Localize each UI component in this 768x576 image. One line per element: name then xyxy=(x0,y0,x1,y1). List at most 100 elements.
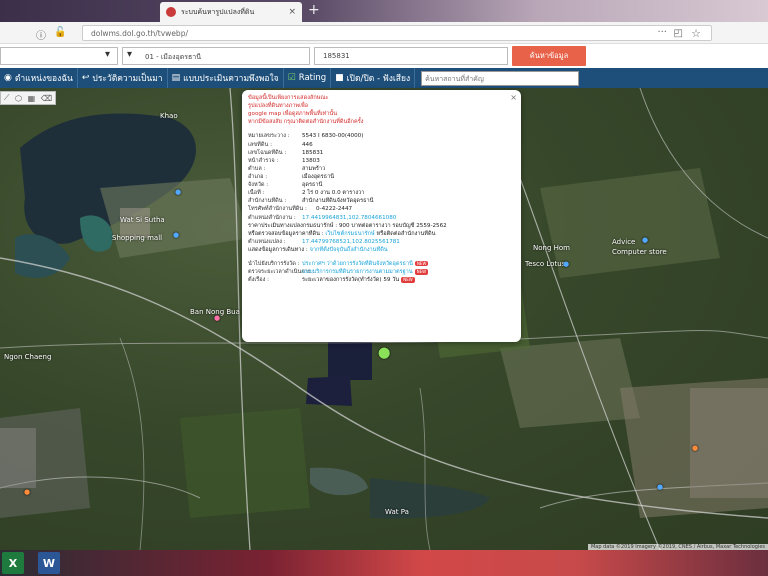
menu-label: แบบประเมินความพึงพอใจ xyxy=(183,74,279,84)
map-label: Advice xyxy=(612,238,636,246)
poi-marker-icon[interactable]: ● xyxy=(692,444,698,452)
disclaimer-line: รูปแปลงที่ดินทางภาพเพื่อ xyxy=(248,103,309,110)
tab-close-icon[interactable]: × xyxy=(288,7,296,17)
parcel-marker-icon[interactable]: ⬤ xyxy=(378,346,390,359)
poi-marker-icon[interactable]: ● xyxy=(173,231,179,239)
menu-rating[interactable]: ☑ Rating xyxy=(284,68,332,88)
office-coords-row: ตำแหน่งสำนักงาน : 17.4419964831,102.78046… xyxy=(248,214,515,222)
word-icon[interactable]: W xyxy=(38,552,60,574)
field-value: 446 xyxy=(302,141,313,148)
polygon-tool-icon[interactable]: ⬡ xyxy=(15,94,22,103)
province-select[interactable]: ▾ xyxy=(0,47,118,65)
line-tool-icon[interactable]: ⟋ xyxy=(4,93,10,103)
menu-label: ประวัติความเป็นมา xyxy=(92,74,163,84)
field-label: หมายเลขระวาง : xyxy=(248,133,290,140)
new-badge: NEW xyxy=(401,276,415,283)
search-button[interactable]: ค้นหาข้อมูล xyxy=(512,46,586,66)
chevron-down-icon[interactable]: ▾ xyxy=(127,49,132,60)
field-value: เมืองอุดรธานี xyxy=(302,173,335,180)
field-row: ตำบล : สามพร้าว xyxy=(248,165,515,173)
place-search-placeholder: ค้นหาสถานที่สำคัญ xyxy=(425,74,484,83)
deed-number-value: 185831 xyxy=(323,52,350,60)
map-label: Shopping mall xyxy=(112,234,163,242)
new-badge: NEW xyxy=(414,260,429,267)
navigation-link[interactable]: จากที่ตั้งปัจจุบันถึงสำนักงานที่ดิน xyxy=(310,247,388,253)
poi-marker-icon[interactable]: ● xyxy=(24,488,30,496)
clear-tool-icon[interactable]: ⌫ xyxy=(41,94,52,103)
address-bar[interactable]: dolwms.dol.go.th/tvwebp/ ··· ◰ ☆ xyxy=(82,25,712,41)
poi-marker-icon[interactable]: ● xyxy=(175,188,181,196)
menu-history[interactable]: ↩ ประวัติความเป็นมา xyxy=(78,68,168,88)
field-value: ระยะเวลาของการรังวัด(ทำรังวัด) 59 วัน xyxy=(302,277,400,284)
square-icon: ■ xyxy=(335,73,344,83)
main-menu: ◉ ตำแหน่งของฉัน ↩ ประวัติความเป็นมา ▤ แบ… xyxy=(0,68,768,88)
disclaimer-line: google map เพื่อดูสภาพพื้นที่เท่านั้น xyxy=(248,111,338,118)
place-search-input[interactable]: ค้นหาสถานที่สำคัญ xyxy=(421,70,580,86)
price-row: ราคาประเมินทางแปลงกรมธนารักษ์ : 900 บาทต… xyxy=(248,222,515,230)
menu-my-location[interactable]: ◉ ตำแหน่งของฉัน xyxy=(0,68,78,88)
field-label: เนื้อที่ : xyxy=(248,190,265,197)
field-label: ราคาประเมินทางแปลงกรมธนารักษ์ : xyxy=(248,222,338,229)
field-value: 185831 xyxy=(302,149,324,156)
field-label: ตำแหน่งสำนักงาน : xyxy=(248,214,296,221)
field-label: เลขโฉนดที่ดิน : xyxy=(248,149,287,156)
parcel-coords-link[interactable]: 17.44799768521,102.8025561781 xyxy=(302,239,400,245)
service-row: ตั้งเรื่อง : ระยะเวลาของการรังวัด(ทำรังวั… xyxy=(248,276,515,284)
service-link[interactable]: แบบบริการกรมที่ดินรายการงานตามมาตรฐาน xyxy=(302,269,413,275)
poi-marker-icon[interactable]: ● xyxy=(563,260,569,268)
padlock-icon[interactable]: 🔓 xyxy=(54,27,66,38)
field-value: อุดรธานี xyxy=(302,182,323,189)
menu-label: ตำแหน่งของฉัน xyxy=(14,74,73,84)
field-value: 5543 I 6830-00(4000) xyxy=(302,133,364,140)
poi-marker-icon[interactable]: ● xyxy=(642,236,648,244)
map-draw-toolbar[interactable]: ⟋ ⬡ ▦ ⌫ xyxy=(0,91,56,105)
layer-tool-icon[interactable]: ▦ xyxy=(28,94,36,103)
os-taskbar: X W xyxy=(0,550,768,576)
page-actions-icon[interactable]: ··· xyxy=(657,27,667,38)
district-select[interactable]: ▾ 01 - เมืองอุดรธานี xyxy=(122,47,310,65)
field-row: จังหวัด : อุดรธานี xyxy=(248,181,515,189)
browser-tabstrip: ระบบค้นหารูปแปลงที่ดิน × + xyxy=(0,0,768,22)
service-row: ตรวจระยะเวลาดำเนินการ :แบบบริการกรมที่ดิ… xyxy=(248,268,515,276)
disclaimer: ข้อมูลนี้เป็นเพียงการแสดงลักษณะ รูปแปลงท… xyxy=(248,94,515,126)
field-row: เลขที่ดิน : 446 xyxy=(248,141,515,149)
parcel-position-row: ตำแหน่งแปลง : 17.44799768521,102.80255617… xyxy=(248,238,515,246)
menu-satisfaction-survey[interactable]: ▤ แบบประเมินความพึงพอใจ xyxy=(168,68,284,88)
field-label: ตำแหน่งแปลง : xyxy=(248,238,286,245)
navigation-row: แสดงข้อมูลการเดินทาง : จากที่ตั้งปัจจุบั… xyxy=(248,246,515,254)
field-value: สำนักงานที่ดินจังหวัดอุดรธานี xyxy=(302,198,374,205)
office-coords-link[interactable]: 17.4419964831,102.7804661080 xyxy=(302,215,396,221)
info-icon[interactable]: ⓘ xyxy=(36,27,46,42)
poi-marker-icon[interactable]: ● xyxy=(214,314,220,322)
field-label: อำเภอ : xyxy=(248,173,268,180)
excel-icon[interactable]: X xyxy=(2,552,24,574)
field-label: สำนักงานที่ดิน : xyxy=(248,198,287,205)
pocket-icon[interactable]: ◰ xyxy=(674,28,683,39)
service-link[interactable]: ประกาศฯ ว่าด้วยการรังวัดที่ดินจังหวัดอุด… xyxy=(302,261,413,267)
menu-toggle-sound[interactable]: ■ เปิด/ปิด - ฟังเสียง xyxy=(331,68,416,88)
field-label: หน้าสำรวจ : xyxy=(248,157,279,164)
field-label: หรือตรวจสอบข้อมูลราคาที่ดิน : xyxy=(248,230,324,237)
field-row: อำเภอ : เมืองอุดรธานี xyxy=(248,173,515,181)
field-value: สามพร้าว xyxy=(302,165,326,172)
url-text[interactable]: dolwms.dol.go.th/tvwebp/ xyxy=(91,29,188,38)
close-icon[interactable]: × xyxy=(510,92,517,104)
chevron-down-icon[interactable]: ▾ xyxy=(105,49,110,60)
bookmark-star-icon[interactable]: ☆ xyxy=(691,27,701,40)
field-value: 900 บาทต่อตารางวา รอบบัญชี 2559-2562 xyxy=(338,222,447,229)
deed-number-input[interactable]: 185831 xyxy=(314,47,508,65)
browser-tab[interactable]: ระบบค้นหารูปแปลงที่ดิน × xyxy=(160,2,302,22)
field-label: นำไปยังบริการรังวัด : xyxy=(248,261,300,268)
field-label: โทรศัพท์สำนักงานที่ดิน : xyxy=(248,206,307,213)
disclaimer-line: หากมีข้อสงสัย กรุณาติดต่อสำนักงานที่ดินอ… xyxy=(248,119,364,126)
site-favicon-icon xyxy=(166,7,176,17)
parcel-search-form: ▾ ▾ 01 - เมืองอุดรธานี 185831 ค้นหาข้อมู… xyxy=(0,44,768,68)
field-value: หรือติดต่อสำนักงานที่ดิน xyxy=(376,230,436,237)
new-tab-button[interactable]: + xyxy=(308,2,320,18)
field-row: สำนักงานที่ดิน : สำนักงานที่ดินจังหวัดอุด… xyxy=(248,197,515,205)
treasury-link[interactable]: เว็บไซต์กรมธนารักษ์ xyxy=(325,231,374,237)
tab-title: ระบบค้นหารูปแปลงที่ดิน xyxy=(181,7,255,16)
map-label: Ngon Chaeng xyxy=(4,353,52,361)
browser-navbar: ⓘ 🔓 dolwms.dol.go.th/tvwebp/ ··· ◰ ☆ xyxy=(0,22,768,44)
poi-marker-icon[interactable]: ● xyxy=(657,483,663,491)
